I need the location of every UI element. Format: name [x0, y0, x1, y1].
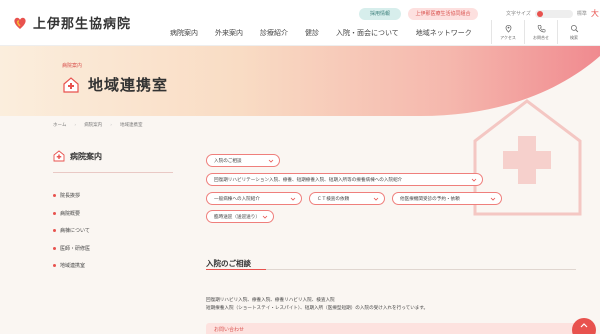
anchor-other-facility[interactable]: 他医療機関受診の予約・依頼: [392, 192, 502, 205]
anchor-shuttle[interactable]: 臨時送迎（送迎送り）: [206, 210, 274, 223]
bullet-icon: [53, 194, 56, 198]
anchor-label: 他医療機関受診の予約・依頼: [400, 196, 460, 202]
header-icon-buttons: アクセス お問合せ 検索: [491, 20, 590, 44]
breadcrumb: ホーム › 病院案内 › 地域連携室: [53, 122, 143, 129]
contact-button[interactable]: お問合せ: [524, 20, 557, 44]
search-icon: [570, 24, 578, 32]
bullet-icon: [53, 211, 56, 215]
coop-link[interactable]: 上伊那医療生活協同組合: [408, 8, 478, 20]
anchor-label: 一般病棟への入院紹介: [214, 196, 260, 202]
font-size-thumb: [536, 10, 543, 17]
anchor-label: 入院のご相談: [214, 158, 242, 164]
sidebar-item-doctors[interactable]: 医師・研修医: [53, 240, 173, 258]
sidebar-list: 院長挨拶 病院概要 病棟について 医師・研修医 地域連携室: [53, 187, 173, 275]
nav-checkup[interactable]: 健診: [305, 28, 319, 38]
logo-mark-icon: [14, 17, 26, 29]
chevron-down-icon: [268, 159, 274, 163]
main-nav: 病院案内 外来案内 診療紹介 健診 入院・面会について 地域ネットワーク: [170, 28, 489, 38]
body-line: 短期療養入院（ショートステイ・レスパイト）、短期入所（医療型短期）の入院の受け入…: [206, 306, 429, 311]
breadcrumb-home[interactable]: ホーム: [53, 122, 66, 128]
sidebar-item-label: 病棟について: [60, 228, 90, 235]
breadcrumb-current: 地域連携室: [120, 123, 143, 128]
font-size-toggle[interactable]: [534, 9, 573, 18]
site-logo[interactable]: 上伊那生協病院: [12, 13, 131, 32]
anchor-general-ward[interactable]: 一般病棟への入院紹介: [206, 192, 302, 205]
hospital-cross-icon: [63, 76, 79, 93]
font-size-label: 文字サイズ: [506, 11, 531, 17]
breadcrumb-separator: ›: [74, 122, 77, 128]
sidebar-item-regional[interactable]: 地域連携室: [53, 257, 173, 275]
logo-text: 上伊那生協病院: [33, 17, 132, 32]
anchor-admission-consult[interactable]: 入院のご相談: [206, 154, 280, 167]
hero-category: 病院案内: [62, 63, 83, 69]
sidebar-item-label: 医師・研修医: [60, 245, 91, 252]
sidebar-title: 病院案内: [70, 151, 102, 161]
nav-departments[interactable]: 診療紹介: [260, 28, 288, 38]
sidebar-item-label: 院長挨拶: [60, 193, 81, 200]
page-title: 地域連携室: [88, 76, 169, 94]
hero-title-group: 地域連携室: [62, 74, 168, 95]
chevron-up-icon: [580, 323, 588, 328]
search-label: 検索: [570, 34, 578, 40]
inquiry-box: お問い合わせ: [206, 323, 586, 334]
scroll-top-button[interactable]: [572, 318, 596, 334]
chevron-down-icon: [290, 197, 296, 201]
chevron-down-icon: [471, 178, 477, 182]
sidebar-heading: 病院案内: [53, 150, 173, 173]
nav-network[interactable]: 地域ネットワーク: [416, 28, 472, 38]
phone-icon: [537, 24, 545, 32]
breadcrumb-separator: ›: [110, 122, 112, 128]
section-body: 回復期リハビリ入院、療養入院、療養リハビリ入院、検査入院 短期療養入院（ショート…: [206, 297, 428, 313]
search-button[interactable]: 検索: [557, 20, 590, 44]
chevron-down-icon: [490, 197, 496, 201]
sidebar-item-label: 病院概要: [60, 210, 81, 217]
sidebar-item-wards[interactable]: 病棟について: [53, 222, 173, 240]
breadcrumb-hospital-guide[interactable]: 病院案内: [84, 122, 102, 128]
contact-label: お問合せ: [533, 34, 549, 40]
hospital-cross-icon: [53, 150, 65, 162]
sidebar-item-overview[interactable]: 病院概要: [53, 205, 173, 223]
font-size-standard[interactable]: 標準: [577, 10, 587, 17]
access-label: アクセス: [500, 34, 516, 40]
font-size-large[interactable]: 大: [591, 8, 599, 19]
anchor-ct-request[interactable]: ＣＴ検査の依頼: [309, 192, 385, 205]
bullet-icon: [53, 246, 56, 250]
inquiry-label: お問い合わせ: [214, 327, 245, 333]
sidebar-item-greeting[interactable]: 院長挨拶: [53, 187, 173, 205]
anchor-rehab-referral[interactable]: 回復期リハビリテーション入院、療養、短期療養入院、短期入所等の療養病棟への入院紹…: [206, 173, 483, 186]
chevron-down-icon: [262, 215, 268, 219]
recruit-link[interactable]: 採用情報: [359, 8, 401, 20]
nav-admission[interactable]: 入院・面会について: [336, 28, 399, 38]
sidebar: 病院案内 院長挨拶 病院概要 病棟について 医師・研修医 地域連携室: [53, 150, 173, 275]
sidebar-item-label: 地域連携室: [60, 263, 86, 270]
anchor-label: 回復期リハビリテーション入院、療養、短期療養入院、短期入所等の療養病棟への入院紹…: [214, 177, 403, 183]
anchor-label: ＣＴ検査の依頼: [317, 196, 350, 202]
font-size-control: 文字サイズ 標準 大: [506, 8, 599, 19]
bullet-icon: [53, 229, 56, 233]
section-heading: 入院のご相談: [206, 259, 251, 268]
section-divider-accent: [206, 269, 266, 270]
map-pin-icon: [505, 24, 511, 33]
anchor-label: 臨時送迎（送迎送り）: [214, 214, 260, 220]
access-button[interactable]: アクセス: [491, 20, 524, 44]
bullet-icon: [53, 264, 56, 268]
nav-outpatient[interactable]: 外来案内: [215, 28, 243, 38]
site-header: 上伊那生協病院 採用情報 上伊那医療生活協同組合 文字サイズ 標準 大 病院案内…: [0, 0, 600, 46]
nav-hospital-guide[interactable]: 病院案内: [170, 28, 198, 38]
body-line: 回復期リハビリ入院、療養入院、療養リハビリ入院、検査入院: [206, 298, 335, 303]
chevron-down-icon: [373, 197, 379, 201]
